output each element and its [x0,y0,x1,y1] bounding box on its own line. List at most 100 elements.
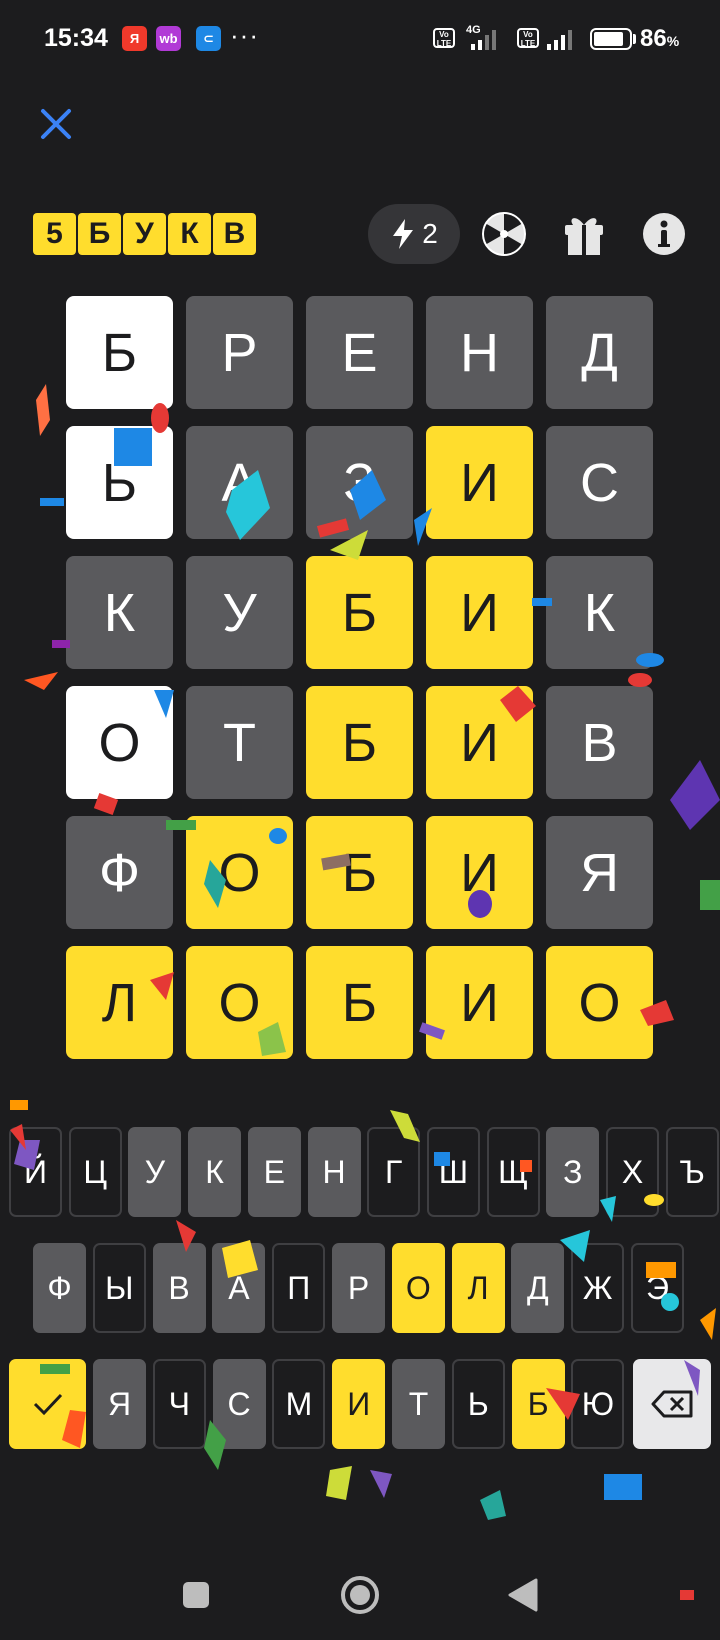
key[interactable]: Ь [451,1359,505,1449]
board-cell: Ф [66,816,173,929]
board-cell: У [186,556,293,669]
key[interactable]: Л [451,1243,505,1333]
recent-apps-button[interactable] [171,1570,221,1620]
home-button[interactable] [335,1570,385,1620]
close-icon[interactable] [36,104,76,144]
board-cell: Н [426,296,533,409]
board-cell: А [186,426,293,539]
key[interactable]: С [212,1359,266,1449]
board-cell: К [546,556,653,669]
wildberries-app-icon: wb [156,26,181,51]
board-cell: И [426,686,533,799]
key[interactable]: Ч [152,1359,206,1449]
board-cell: Е [306,296,413,409]
check-icon [33,1393,62,1416]
key[interactable]: Й [9,1127,62,1217]
board-cell: С [546,426,653,539]
board-cell: О [186,946,293,1059]
signal-icon-2 [547,30,572,50]
key[interactable]: Ъ [665,1127,719,1217]
key[interactable]: А [212,1243,266,1333]
logo-tile: В [213,213,256,255]
signal-icon [471,30,496,50]
key[interactable]: Я [93,1359,146,1449]
key[interactable]: Э [631,1243,684,1333]
board-cell: Ь [66,426,173,539]
key[interactable]: Ш [426,1127,480,1217]
status-time: 15:34 [44,24,108,52]
backspace-button[interactable] [633,1359,711,1449]
key[interactable]: В [152,1243,206,1333]
gift-icon[interactable] [560,210,608,258]
hints-button[interactable]: 2 [368,204,460,264]
key[interactable]: Е [247,1127,301,1217]
board-cell: Б [306,556,413,669]
key[interactable]: М [272,1359,326,1449]
logo-tile: У [123,213,166,255]
more-notifications-icon: ··· [230,20,259,50]
status-bar: 15:34 Я wb ⊂ ··· Vo LTE 4G Vo LTE 86% [0,0,720,80]
key[interactable]: Щ [486,1127,540,1217]
key[interactable]: У [128,1127,182,1217]
battery-percent: 86% [640,25,679,53]
board-cell: Л [66,946,173,1059]
wheel-icon[interactable] [480,210,528,258]
key[interactable]: Ц [68,1127,122,1217]
logo-tile: 5 [33,213,76,255]
info-icon[interactable] [640,210,688,258]
key[interactable]: Р [332,1243,385,1333]
key[interactable]: Д [511,1243,565,1333]
back-icon [508,1578,538,1612]
hints-count: 2 [422,218,438,249]
board-cell: Р [186,296,293,409]
board-cell: И [426,556,533,669]
board-cell: Д [546,296,653,409]
board-cell: О [546,946,653,1059]
key[interactable]: З [546,1127,600,1217]
key[interactable]: К [188,1127,242,1217]
board-cell: Б [306,946,413,1059]
key[interactable]: Н [307,1127,361,1217]
game-logo: 5 Б У К В [33,213,256,255]
key[interactable]: Ж [571,1243,625,1333]
battery-icon [590,28,632,50]
board-cell: З [306,426,413,539]
board-cell: И [426,946,533,1059]
battery-percent-value: 86 [640,25,667,52]
volte-icon: Vo LTE [433,28,455,48]
battery-level [594,32,624,46]
board-cell: Я [546,816,653,929]
key[interactable]: Ы [92,1243,146,1333]
board-cell: И [426,426,533,539]
logo-tile: Б [78,213,121,255]
submit-button[interactable] [9,1359,86,1449]
board-cell: Т [186,686,293,799]
app-icon: ⊂ [196,26,221,51]
board-cell: Б [66,296,173,409]
battery-tip [633,34,636,44]
key[interactable]: О [391,1243,445,1333]
backspace-icon [651,1390,693,1418]
yandex-app-icon: Я [122,26,147,51]
board-cell: К [66,556,173,669]
board-cell: О [186,816,293,929]
battery-percent-unit: % [666,33,680,49]
key[interactable]: Х [606,1127,659,1217]
board-cell: И [426,816,533,929]
key[interactable]: Ю [571,1359,625,1449]
lightning-icon [393,219,414,249]
board-cell: Б [306,686,413,799]
back-button[interactable] [498,1570,548,1620]
key[interactable]: Г [367,1127,421,1217]
board-cell: Б [306,816,413,929]
board-cell: О [66,686,173,799]
home-icon [341,1576,379,1614]
key[interactable]: Ф [33,1243,86,1333]
key[interactable]: Т [392,1359,445,1449]
recent-apps-icon [183,1582,209,1608]
key[interactable]: И [332,1359,386,1449]
logo-tile: К [168,213,211,255]
key[interactable]: П [272,1243,326,1333]
board-cell: В [546,686,653,799]
key[interactable]: Б [511,1359,565,1449]
